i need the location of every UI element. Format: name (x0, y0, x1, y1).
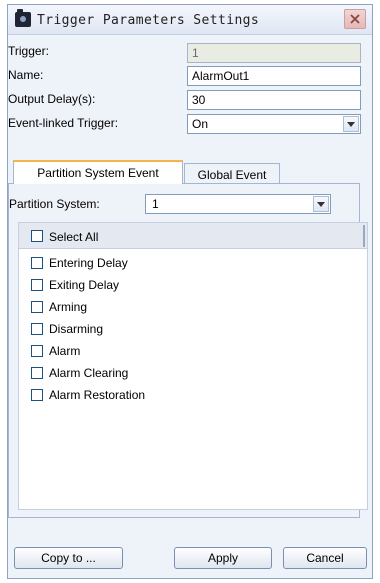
list-item: Alarm Restoration (49, 388, 146, 402)
checkbox-arming[interactable] (31, 301, 43, 313)
select-all-checkbox[interactable] (31, 230, 43, 242)
list-item: Alarm (49, 344, 81, 358)
output-delay-label: Output Delay(s): (8, 92, 96, 106)
event-linked-trigger-value: On (192, 117, 209, 131)
chevron-down-icon[interactable] (313, 196, 329, 212)
checkbox-alarm-clearing[interactable] (31, 367, 43, 379)
checkbox-alarm[interactable] (31, 345, 43, 357)
scrollbar[interactable] (363, 225, 365, 247)
list-item: Alarm Clearing (49, 366, 129, 380)
chevron-down-icon[interactable] (343, 116, 359, 132)
checkbox-alarm-restoration[interactable] (31, 389, 43, 401)
apply-button[interactable]: Apply (174, 547, 272, 569)
tab-global-event[interactable]: Global Event (184, 163, 280, 185)
tab-partition-system-event[interactable]: Partition System Event (13, 160, 183, 184)
cancel-button[interactable]: Cancel (283, 547, 367, 569)
title-bar: Trigger Parameters Settings (8, 5, 372, 35)
partition-system-label: Partition System: (9, 197, 100, 211)
close-icon[interactable] (344, 9, 366, 29)
name-field[interactable]: AlarmOut1 (187, 66, 361, 86)
trigger-label: Trigger: (8, 44, 49, 58)
list-item: Exiting Delay (49, 278, 120, 292)
list-header: Select All (19, 223, 367, 249)
event-linked-trigger-select[interactable]: On (187, 114, 361, 134)
output-delay-field[interactable]: 30 (187, 90, 361, 110)
checkbox-exiting-delay[interactable] (31, 279, 43, 291)
event-linked-trigger-label: Event-linked Trigger: (8, 116, 119, 130)
list-item: Disarming (49, 322, 104, 336)
event-list: Select All Entering Delay Exiting Delay … (18, 222, 368, 510)
checkbox-disarming[interactable] (31, 323, 43, 335)
camera-icon (15, 9, 31, 27)
window-title: Trigger Parameters Settings (37, 13, 260, 28)
copy-to-button[interactable]: Copy to ... (14, 547, 123, 569)
list-item: Arming (49, 300, 88, 314)
partition-system-value: 1 (152, 197, 159, 211)
select-all-label: Select All (49, 230, 99, 244)
list-item: Entering Delay (49, 256, 128, 270)
partition-system-select[interactable]: 1 (145, 194, 331, 214)
trigger-field: 1 (187, 43, 361, 63)
checkbox-entering-delay[interactable] (31, 257, 43, 269)
name-label: Name: (8, 68, 44, 82)
